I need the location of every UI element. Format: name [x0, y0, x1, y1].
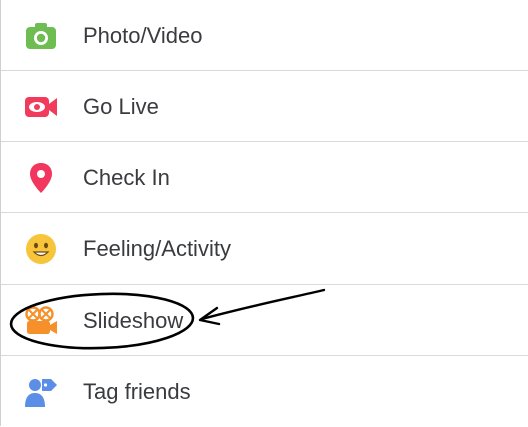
- menu-item-feeling-activity[interactable]: Feeling/Activity: [0, 213, 528, 284]
- menu-item-label: Check In: [83, 164, 170, 190]
- menu-item-tag-friends[interactable]: Tag friends: [0, 356, 528, 427]
- tag-person-icon: [24, 375, 58, 409]
- menu-item-label: Tag friends: [83, 378, 191, 404]
- menu-item-label: Photo/Video: [83, 22, 203, 48]
- menu-item-slideshow[interactable]: Slideshow: [0, 285, 528, 356]
- location-pin-icon: [24, 161, 58, 195]
- menu-item-check-in[interactable]: Check In: [0, 142, 528, 213]
- menu-item-go-live[interactable]: Go Live: [0, 71, 528, 142]
- live-video-icon: [24, 90, 58, 124]
- photo-video-icon: [24, 19, 58, 53]
- composer-options-menu: Photo/Video Go Live Check In Feeling/Act…: [0, 0, 528, 426]
- film-camera-icon: [24, 304, 58, 338]
- smiley-icon: [24, 232, 58, 266]
- menu-item-label: Go Live: [83, 93, 159, 119]
- menu-item-label: Slideshow: [83, 307, 184, 333]
- menu-item-photo-video[interactable]: Photo/Video: [0, 0, 528, 71]
- menu-item-label: Feeling/Activity: [83, 235, 231, 261]
